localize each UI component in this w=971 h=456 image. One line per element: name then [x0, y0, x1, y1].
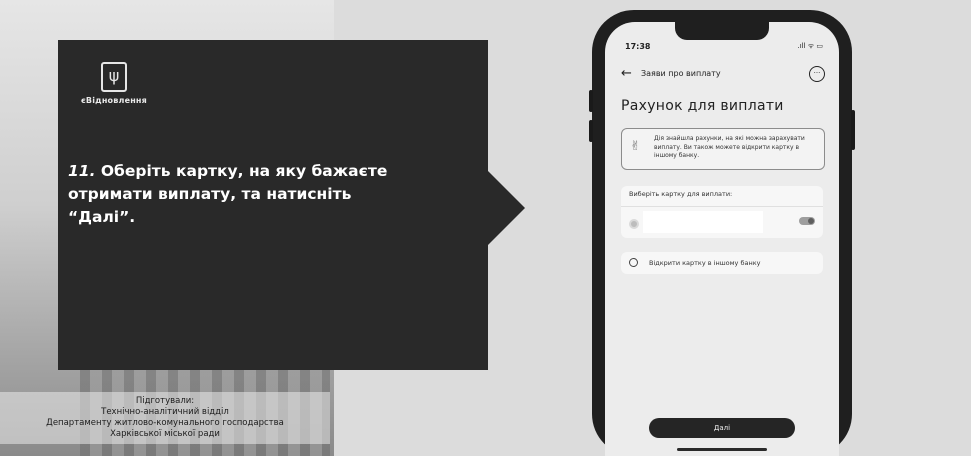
other-bank-option[interactable]: Відкрити картку в іншому банку — [621, 252, 823, 274]
hand-icon: ✌ — [630, 139, 641, 154]
topbar-title: Заяви про виплату — [641, 69, 721, 78]
other-bank-radio-button[interactable] — [629, 258, 638, 267]
status-time: 17:38 — [625, 42, 651, 51]
step-number: 11. — [68, 162, 96, 180]
back-arrow-icon[interactable]: ← — [621, 66, 632, 82]
trident-icon: ψ — [101, 62, 127, 92]
next-button[interactable]: Далі — [649, 418, 795, 438]
info-text: Дія знайшла рахунки, на які можна зараху… — [654, 135, 805, 159]
phone-screen: 17:38 .ıll ᯤ ▭ ← Заяви про виплату ··· Р… — [605, 22, 839, 456]
phone-volume-down — [589, 120, 593, 142]
evidnovlennya-logo: ψ єВідновлення — [68, 62, 160, 105]
info-notice: ✌ Дія знайшла рахунки, на які можна зара… — [621, 128, 825, 170]
credits-line: Харківської міської ради — [110, 429, 220, 439]
more-options-icon[interactable]: ··· — [809, 66, 825, 82]
credits-line: Технічно-аналітичний відділ — [101, 407, 229, 417]
card-toggle-icon[interactable] — [799, 217, 815, 225]
card-selection-section: Виберіть картку для виплати: — [621, 186, 823, 238]
credits-line: Департаменту житлово-комунального господ… — [46, 418, 284, 428]
credits-block: Підготували: Технічно-аналітичний відділ… — [0, 392, 330, 444]
card-option-row[interactable] — [621, 206, 823, 239]
phone-notch — [675, 22, 769, 40]
card-details-redacted — [643, 211, 763, 233]
home-indicator — [677, 448, 767, 451]
credits-line: Підготували: — [135, 396, 195, 406]
screen-title: Рахунок для виплати — [621, 98, 784, 114]
status-icons: .ıll ᯤ ▭ — [797, 42, 823, 50]
phone-mockup: 17:38 .ıll ᯤ ▭ ← Заяви про виплату ··· Р… — [589, 10, 855, 456]
card-section-label: Виберіть картку для виплати: — [629, 190, 733, 198]
phone-volume-up — [589, 90, 593, 112]
phone-power-button — [851, 110, 855, 150]
card-radio-button[interactable] — [629, 219, 639, 229]
step-instruction: 11. Оберіть картку, на яку бажаєте отрим… — [68, 160, 398, 229]
panel-pointer-arrow — [487, 170, 525, 246]
step-text: Оберіть картку, на яку бажаєте отримати … — [68, 162, 388, 226]
app-topbar: ← Заяви про виплату ··· — [621, 66, 825, 84]
other-bank-label: Відкрити картку в іншому банку — [649, 259, 761, 267]
logo-text: єВідновлення — [80, 96, 147, 105]
